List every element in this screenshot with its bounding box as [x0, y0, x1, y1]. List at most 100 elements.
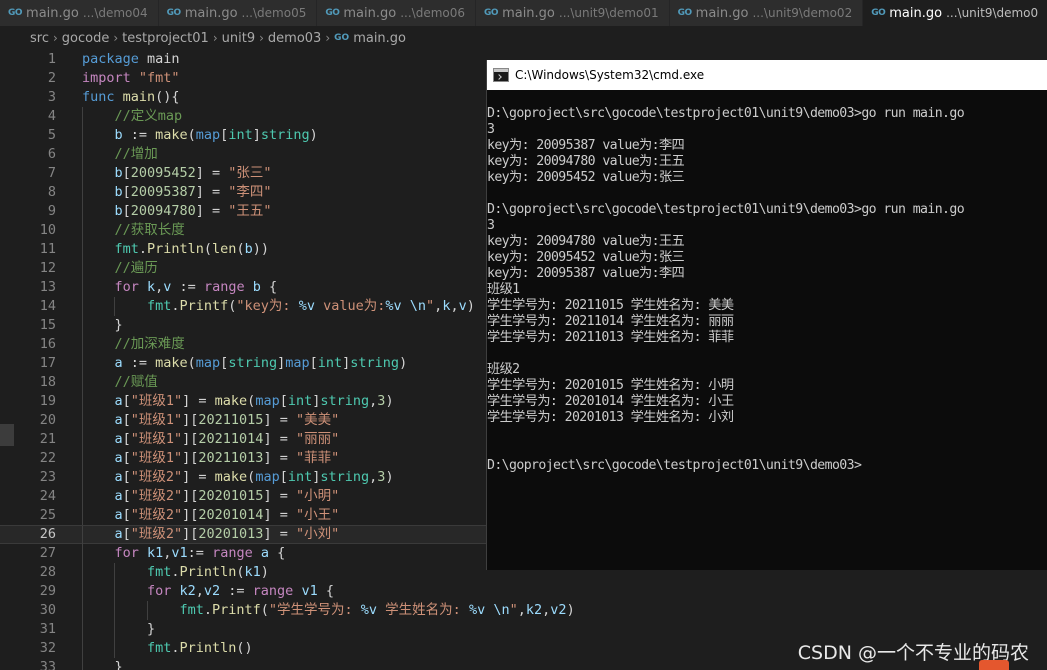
code-token: "张三"	[228, 165, 272, 181]
code-token: )	[385, 469, 394, 485]
code-token: ()	[236, 640, 253, 656]
indent-guide	[82, 601, 83, 620]
code-text: }	[147, 620, 155, 639]
code-text: a["班级2"][20201013] = "小刘"	[114, 526, 339, 543]
code-token: v2	[203, 583, 221, 599]
cmd-output-line: 3	[487, 218, 495, 233]
code-token: map	[195, 127, 221, 143]
code-token: "班级2"	[130, 469, 183, 485]
tab-main-go-1[interactable]: GO main.go ...\demo04	[0, 0, 159, 26]
indent-guide	[82, 563, 83, 582]
indent-guide	[82, 506, 83, 525]
tab-main-go-6[interactable]: GO main.go ...\unit9\demo0	[863, 0, 1047, 26]
indent-guide	[82, 411, 83, 430]
code-token: Println	[147, 241, 204, 257]
code-token: (	[236, 564, 245, 580]
tab-path: ...\demo06	[400, 6, 466, 20]
code-token: "班级1"	[130, 431, 183, 447]
code-token: Printf	[211, 602, 261, 618]
code-text: for k2,v2 := range v1 {	[147, 582, 334, 601]
tab-main-go-2[interactable]: GO main.go ...\demo05	[158, 0, 318, 26]
code-token: //遍历	[114, 260, 158, 276]
code-line[interactable]: 29 for k2,v2 := range v1 {	[0, 582, 1047, 601]
code-token: int	[287, 393, 313, 409]
terminal-icon	[493, 68, 509, 82]
code-token: make	[214, 393, 248, 409]
code-token: "菲菲"	[295, 450, 340, 466]
code-token: ][	[182, 450, 199, 466]
code-token: "李四"	[228, 184, 272, 200]
code-token: b	[114, 203, 123, 219]
code-token: v1	[301, 583, 318, 599]
code-token: .	[203, 602, 212, 618]
code-token: k	[147, 279, 156, 295]
indent-guide	[82, 620, 83, 639]
cmd-output-line: 学生学号为: 20211014 学生姓名为: 丽丽	[487, 314, 734, 329]
cmd-output-line: 学生学号为: 20211015 学生姓名为: 美美	[487, 298, 734, 313]
code-token: string	[228, 355, 278, 371]
indent-guide	[82, 526, 83, 545]
code-text: //定义map	[114, 107, 182, 126]
code-token: ] =	[195, 203, 229, 219]
code-token: a	[114, 507, 123, 523]
breadcrumb-item[interactable]: unit9	[222, 31, 255, 46]
code-token: {	[260, 279, 278, 295]
code-text: a["班级2"][20201014] = "小王"	[114, 506, 339, 525]
code-token: (	[203, 241, 213, 257]
code-token: string	[320, 469, 370, 485]
breadcrumb-item[interactable]: src	[30, 31, 49, 46]
code-text: b := make(map[int]string)	[114, 126, 317, 145]
code-text: a["班级1"][20211013] = "菲菲"	[114, 449, 339, 468]
tab-filename: main.go	[26, 5, 79, 21]
breadcrumb-item[interactable]: testproject01	[122, 31, 209, 46]
code-token: fmt	[114, 241, 139, 257]
code-token: %v	[298, 298, 315, 314]
code-token: ,	[450, 298, 459, 314]
cmd-window[interactable]: C:\Windows\System32\cmd.exe D:\goproject…	[486, 60, 1047, 570]
code-token: ][	[182, 412, 199, 428]
indent-guide	[82, 335, 83, 354]
indent-guide	[82, 107, 83, 126]
code-text: a["班级2"][20201015] = "小明"	[114, 487, 339, 506]
tab-main-go-5[interactable]: GO main.go ...\unit9\demo02	[669, 0, 864, 26]
code-line[interactable]: 31}	[0, 620, 1047, 639]
code-token: for	[114, 279, 139, 295]
code-token: (	[260, 602, 269, 618]
line-number: 11	[39, 241, 56, 257]
code-token: ,	[517, 602, 526, 618]
breadcrumb-item[interactable]: gocode	[62, 31, 110, 46]
breadcrumb-chevron-icon: ›	[113, 31, 119, 45]
indent-guide	[82, 639, 83, 658]
line-number: 6	[47, 146, 56, 162]
line-number: 5	[47, 127, 56, 143]
code-token: b	[244, 241, 253, 257]
indent-guide	[82, 221, 83, 240]
breadcrumb-item[interactable]: main.go	[353, 31, 406, 46]
breadcrumb: src › gocode › testproject01 › unit9 › demo03 › GO…	[0, 26, 1047, 50]
code-token: 20201015	[198, 488, 264, 504]
code-token: (	[187, 127, 196, 143]
indent-guide	[114, 620, 116, 639]
tab-main-go-4[interactable]: GO main.go ...\unit9\demo01	[476, 0, 670, 26]
line-number: 32	[39, 640, 56, 656]
go-file-icon: GO	[677, 8, 693, 18]
code-text: b[20095387] = "李四"	[114, 183, 271, 202]
cmd-title-bar[interactable]: C:\Windows\System32\cmd.exe	[487, 60, 1047, 90]
code-token: func	[82, 89, 115, 105]
code-token: len	[212, 241, 237, 257]
code-token: int	[317, 355, 343, 371]
code-token: :=	[220, 583, 253, 599]
go-file-icon: GO	[166, 8, 182, 18]
breadcrumb-item[interactable]: demo03	[268, 31, 321, 46]
code-token: map	[255, 393, 280, 409]
code-text: package main	[82, 50, 180, 69]
cmd-output-line: 学生学号为: 20201014 学生姓名为: 小王	[487, 394, 734, 409]
code-token: package	[82, 51, 139, 67]
cmd-output-line: 学生学号为: 20201013 学生姓名为: 小刘	[487, 410, 734, 425]
tab-main-go-3[interactable]: GO main.go ...\demo06	[317, 0, 477, 26]
code-line[interactable]: 30 fmt.Printf("学生学号为: %v 学生姓名为: %v \n",k2…	[0, 601, 1047, 620]
indent-guide	[82, 183, 83, 202]
code-text: func main(){	[82, 88, 180, 107]
